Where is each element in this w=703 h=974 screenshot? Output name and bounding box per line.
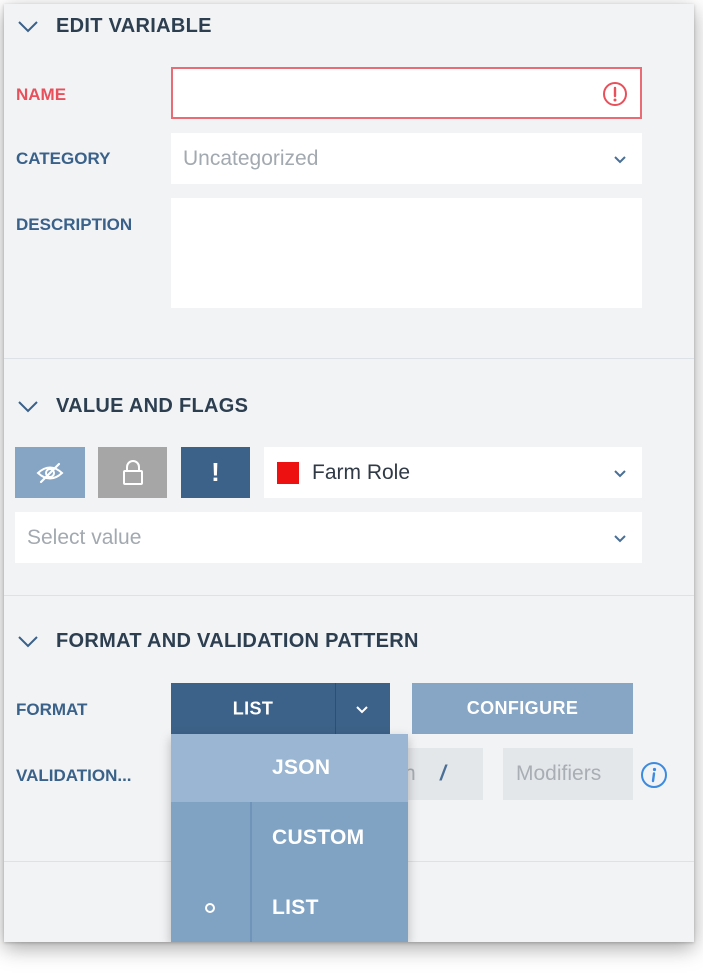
section-title-value-and-flags: VALUE AND FLAGS	[56, 394, 249, 417]
format-dropdown-menu: JSON CUSTOM LIST	[171, 734, 408, 942]
scope-label: Farm Role	[312, 460, 411, 484]
split-divider	[335, 683, 336, 734]
section-title-edit-variable: EDIT VARIABLE	[56, 14, 212, 37]
section-divider	[4, 358, 694, 359]
lock-icon	[122, 459, 143, 485]
chevron-down-icon	[614, 155, 626, 163]
error-icon	[603, 82, 627, 106]
format-select[interactable]: LIST	[171, 683, 390, 734]
chevron-down-icon	[614, 469, 626, 477]
format-validation-header[interactable]: FORMAT AND VALIDATION PATTERN	[4, 620, 694, 662]
value-select[interactable]: Select value	[15, 512, 642, 563]
chevron-down-icon[interactable]	[354, 701, 370, 717]
lock-flag-button[interactable]	[98, 447, 167, 498]
format-selected-label: LIST	[232, 698, 274, 718]
chevron-down-icon	[18, 401, 38, 413]
description-label: DESCRIPTION	[16, 215, 133, 234]
category-value: Uncategorized	[183, 146, 319, 170]
edit-variable-header[interactable]: EDIT VARIABLE	[4, 5, 694, 47]
required-flag-label: !	[211, 457, 220, 487]
required-flag-button[interactable]: !	[181, 447, 250, 498]
eye-slash-icon	[36, 462, 64, 483]
info-icon[interactable]	[640, 761, 668, 789]
edit-variable-panel: EDIT VARIABLE NAME CATEGORY Uncategorize…	[4, 4, 694, 942]
category-select[interactable]: Uncategorized	[171, 133, 642, 184]
format-option-json[interactable]: JSON	[171, 734, 408, 802]
name-input[interactable]	[171, 67, 642, 119]
format-option-label: CUSTOM	[272, 826, 365, 849]
format-option-label: LIST	[272, 896, 319, 919]
chevron-down-icon	[614, 534, 626, 542]
scope-color-swatch	[277, 462, 299, 484]
format-option-custom[interactable]: CUSTOM	[171, 804, 408, 872]
selected-radio-icon	[205, 903, 215, 913]
name-label: NAME	[16, 85, 67, 104]
modifiers-placeholder: Modifiers	[516, 762, 602, 785]
configure-button[interactable]: CONFIGURE	[412, 683, 633, 734]
chevron-down-icon	[18, 636, 38, 648]
category-label: CATEGORY	[16, 149, 111, 168]
format-option-label: JSON	[272, 756, 331, 779]
format-label: FORMAT	[16, 700, 88, 719]
section-title-format-validation: FORMAT AND VALIDATION PATTERN	[56, 629, 419, 652]
chevron-down-icon	[18, 21, 38, 33]
value-and-flags-header[interactable]: VALUE AND FLAGS	[4, 385, 694, 427]
configure-label: CONFIGURE	[466, 698, 579, 718]
scope-select[interactable]: Farm Role	[264, 447, 642, 498]
modifiers-input[interactable]: Modifiers	[503, 748, 633, 800]
format-option-list[interactable]: LIST	[171, 874, 408, 942]
hidden-flag-button[interactable]	[15, 447, 85, 498]
value-placeholder: Select value	[27, 525, 142, 549]
validation-label: VALIDATION...	[16, 766, 132, 785]
description-textarea[interactable]	[171, 198, 642, 308]
pattern-separator: /	[440, 762, 446, 785]
section-divider	[4, 595, 694, 596]
